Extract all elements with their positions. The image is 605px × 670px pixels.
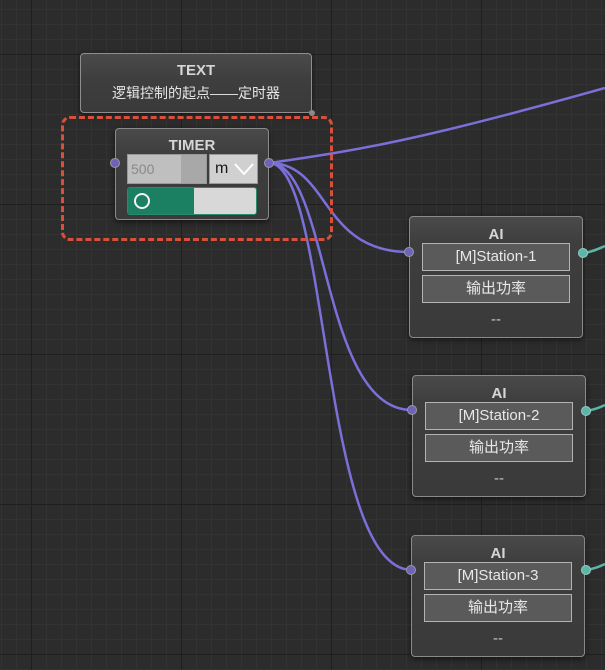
ai-node-1[interactable]: AI [M]Station-1 输出功率 -- bbox=[409, 216, 583, 338]
ai-2-input-port[interactable] bbox=[407, 405, 417, 415]
power-ring-icon bbox=[134, 193, 150, 209]
ai-node-title: AI bbox=[488, 226, 504, 243]
ai-metric-select[interactable]: 输出功率 bbox=[425, 434, 573, 462]
ai-1-output-port[interactable] bbox=[578, 248, 588, 258]
timer-node-title: TIMER bbox=[168, 137, 216, 154]
text-comment-node[interactable]: TEXT 逻辑控制的起点——定时器 bbox=[80, 53, 315, 116]
ai-2-output-port[interactable] bbox=[581, 406, 591, 416]
text-node-title: TEXT bbox=[176, 62, 216, 79]
ai-metric-select[interactable]: 输出功率 bbox=[424, 594, 572, 622]
timer-output-port[interactable] bbox=[264, 158, 274, 168]
chevron-down-icon bbox=[234, 163, 254, 175]
timer-interval-input[interactable]: 500 bbox=[127, 154, 207, 184]
timer-input-port[interactable] bbox=[110, 158, 120, 168]
ai-value-readout: -- bbox=[493, 630, 503, 647]
ai-value-readout: -- bbox=[494, 470, 504, 487]
ai-3-input-port[interactable] bbox=[406, 565, 416, 575]
timer-unit-select[interactable]: m bbox=[209, 154, 258, 184]
ai-1-input-port[interactable] bbox=[404, 247, 414, 257]
toggle-off-segment bbox=[194, 188, 256, 214]
ai-station-select[interactable]: [M]Station-3 bbox=[424, 562, 572, 590]
ai-node-3[interactable]: AI [M]Station-3 输出功率 -- bbox=[411, 535, 585, 657]
ai-metric-select[interactable]: 输出功率 bbox=[422, 275, 570, 303]
ai-3-output-port[interactable] bbox=[581, 565, 591, 575]
ai-node-2[interactable]: AI [M]Station-2 输出功率 -- bbox=[412, 375, 586, 497]
ai-station-select[interactable]: [M]Station-1 bbox=[422, 243, 570, 271]
timer-node[interactable]: TIMER 500 m bbox=[115, 128, 269, 220]
ai-node-title: AI bbox=[491, 385, 507, 402]
timer-enable-toggle[interactable] bbox=[127, 187, 257, 215]
text-node-content: 逻辑控制的起点——定时器 bbox=[112, 85, 280, 101]
ai-value-readout: -- bbox=[491, 311, 501, 328]
ai-node-title: AI bbox=[490, 545, 506, 562]
ai-station-select[interactable]: [M]Station-2 bbox=[425, 402, 573, 430]
timer-unit-value: m bbox=[215, 160, 229, 177]
